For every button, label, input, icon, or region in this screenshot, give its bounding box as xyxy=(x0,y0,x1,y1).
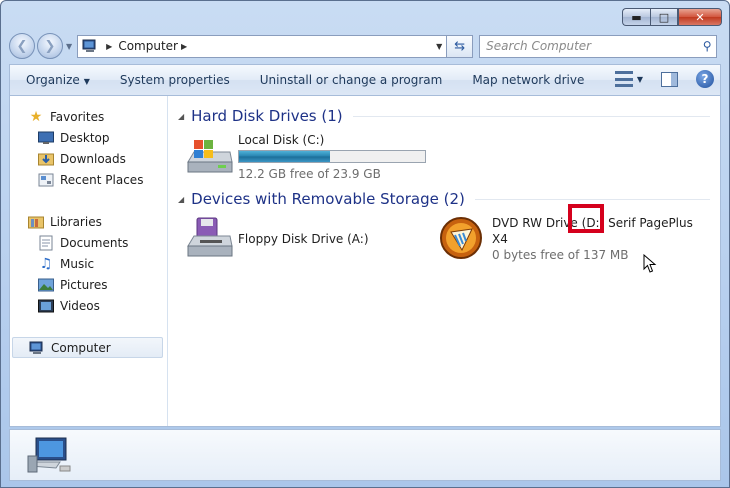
search-icon[interactable]: ⚲ xyxy=(698,39,716,53)
explorer-window: ▬ □ ✕ ❮ ❯ ▼ ▶ Computer ▶ ▼ ⇆ Search Comp… xyxy=(0,0,730,488)
breadcrumb-separator-icon[interactable]: ▶ xyxy=(181,42,187,51)
drive-name: Local Disk (C:) xyxy=(238,133,325,147)
computer-large-icon xyxy=(27,437,71,473)
sidebar-item-computer[interactable]: Computer xyxy=(12,337,163,358)
collapse-triangle-icon[interactable]: ◢ xyxy=(178,112,184,121)
pictures-icon xyxy=(38,277,54,293)
command-bar: Organize ▼ System properties Uninstall or… xyxy=(9,64,721,95)
group-header-hard-disk-drives[interactable]: ◢ Hard Disk Drives (1) xyxy=(178,104,720,128)
sidebar-item-label: Documents xyxy=(60,235,129,250)
forward-button[interactable]: ❯ xyxy=(37,33,63,59)
downloads-folder-icon xyxy=(38,151,54,167)
sidebar-item-label: Computer xyxy=(51,340,111,355)
maximize-button[interactable]: □ xyxy=(650,8,678,26)
breadcrumb-separator-icon[interactable]: ▶ xyxy=(106,42,112,51)
preview-pane-icon[interactable] xyxy=(661,71,678,87)
uninstall-program-button[interactable]: Uninstall or change a program xyxy=(260,73,443,87)
mouse-cursor-icon xyxy=(643,254,657,273)
drive-tile-floppy[interactable]: Floppy Disk Drive (A:) xyxy=(184,216,369,262)
sidebar-item-downloads[interactable]: Downloads xyxy=(10,148,167,169)
address-dropdown-icon[interactable]: ▼ xyxy=(432,42,446,51)
drive-info: Local Disk (C:) 12.2 GB free of 23.9 GB xyxy=(238,132,426,182)
details-pane xyxy=(9,429,721,481)
documents-icon xyxy=(38,235,54,251)
recent-pages-dropdown[interactable]: ▼ xyxy=(66,42,72,51)
sidebar-item-documents[interactable]: Documents xyxy=(10,232,167,253)
videos-icon xyxy=(38,298,54,314)
drive-tile-local-disk[interactable]: Local Disk (C:) 12.2 GB free of 23.9 GB xyxy=(184,132,426,182)
address-bar[interactable]: ▶ Computer ▶ ▼ xyxy=(77,34,448,58)
hard-drive-icon xyxy=(184,132,234,178)
music-icon: ♫ xyxy=(39,255,53,272)
view-options-dropdown-icon[interactable]: ▼ xyxy=(637,75,643,84)
system-properties-button[interactable]: System properties xyxy=(120,73,230,87)
search-box[interactable]: Search Computer ⚲ xyxy=(479,34,718,58)
change-view-icon[interactable] xyxy=(614,71,633,87)
sidebar-item-label: Music xyxy=(60,256,95,271)
computer-icon xyxy=(82,39,96,52)
refresh-icon: ⇆ xyxy=(454,38,466,54)
organize-button[interactable]: Organize ▼ xyxy=(26,73,90,87)
drive-free-space: 0 bytes free of 137 MB xyxy=(492,248,629,262)
drive-usage-fill xyxy=(239,151,331,162)
view-controls: ▼ ? xyxy=(614,70,714,88)
navigation-pane: ★ Favorites Desktop Downloads Recent Pla… xyxy=(10,96,168,426)
drive-info: Floppy Disk Drive (A:) xyxy=(238,216,369,247)
forward-arrow-icon: ❯ xyxy=(44,38,56,54)
refresh-button[interactable]: ⇆ xyxy=(447,34,474,58)
drive-free-space: 12.2 GB free of 23.9 GB xyxy=(238,167,381,181)
content-area: ★ Favorites Desktop Downloads Recent Pla… xyxy=(9,95,721,427)
drives-view: ◢ Hard Disk Drives (1) Local Disk (C:) 1… xyxy=(168,96,720,426)
desktop-icon xyxy=(38,130,54,146)
drive-name: Floppy Disk Drive (A:) xyxy=(238,232,369,246)
back-arrow-icon: ❮ xyxy=(16,38,28,54)
sidebar-item-label: Downloads xyxy=(60,151,126,166)
minimize-button[interactable]: ▬ xyxy=(622,8,650,26)
computer-icon xyxy=(29,340,45,356)
sidebar-item-label: Libraries xyxy=(50,214,102,229)
sidebar-item-libraries[interactable]: Libraries xyxy=(10,211,167,232)
group-divider xyxy=(352,115,710,117)
drive-name-line2: X4 xyxy=(492,232,508,246)
sidebar-item-label: Favorites xyxy=(50,109,105,124)
help-icon[interactable]: ? xyxy=(696,70,714,88)
sidebar-item-pictures[interactable]: Pictures xyxy=(10,274,167,295)
sidebar-item-label: Recent Places xyxy=(60,172,144,187)
organize-label: Organize xyxy=(26,73,80,87)
floppy-drive-icon xyxy=(184,216,234,262)
recent-places-icon xyxy=(38,172,54,188)
sidebar-item-music[interactable]: ♫ Music xyxy=(10,253,167,274)
breadcrumb-computer[interactable]: Computer xyxy=(118,39,178,53)
sidebar-item-label: Desktop xyxy=(60,130,110,145)
group-divider xyxy=(474,198,710,200)
sidebar-item-favorites[interactable]: ★ Favorites xyxy=(10,106,167,127)
chevron-down-icon: ▼ xyxy=(83,77,90,86)
group-title: Devices with Removable Storage (2) xyxy=(191,190,465,208)
caption-buttons: ▬ □ ✕ xyxy=(622,8,722,26)
back-button[interactable]: ❮ xyxy=(9,33,35,59)
close-button[interactable]: ✕ xyxy=(678,8,722,26)
map-network-drive-button[interactable]: Map network drive xyxy=(472,73,584,87)
star-icon: ★ xyxy=(29,108,43,125)
highlight-annotation-box xyxy=(568,204,604,233)
group-title: Hard Disk Drives (1) xyxy=(191,107,343,125)
sidebar-item-videos[interactable]: Videos xyxy=(10,295,167,316)
sidebar-item-desktop[interactable]: Desktop xyxy=(10,127,167,148)
collapse-triangle-icon[interactable]: ◢ xyxy=(178,195,184,204)
libraries-icon xyxy=(28,214,44,230)
drive-usage-bar xyxy=(238,150,426,163)
search-placeholder: Search Computer xyxy=(486,39,592,53)
sidebar-item-recent-places[interactable]: Recent Places xyxy=(10,169,167,190)
sidebar-item-label: Videos xyxy=(60,298,100,313)
dvd-drive-icon xyxy=(438,214,488,260)
navigation-row: ❮ ❯ ▼ ▶ Computer ▶ ▼ ⇆ Search Computer ⚲ xyxy=(9,33,721,59)
sidebar-item-label: Pictures xyxy=(60,277,108,292)
group-header-removable-storage[interactable]: ◢ Devices with Removable Storage (2) xyxy=(178,187,720,211)
